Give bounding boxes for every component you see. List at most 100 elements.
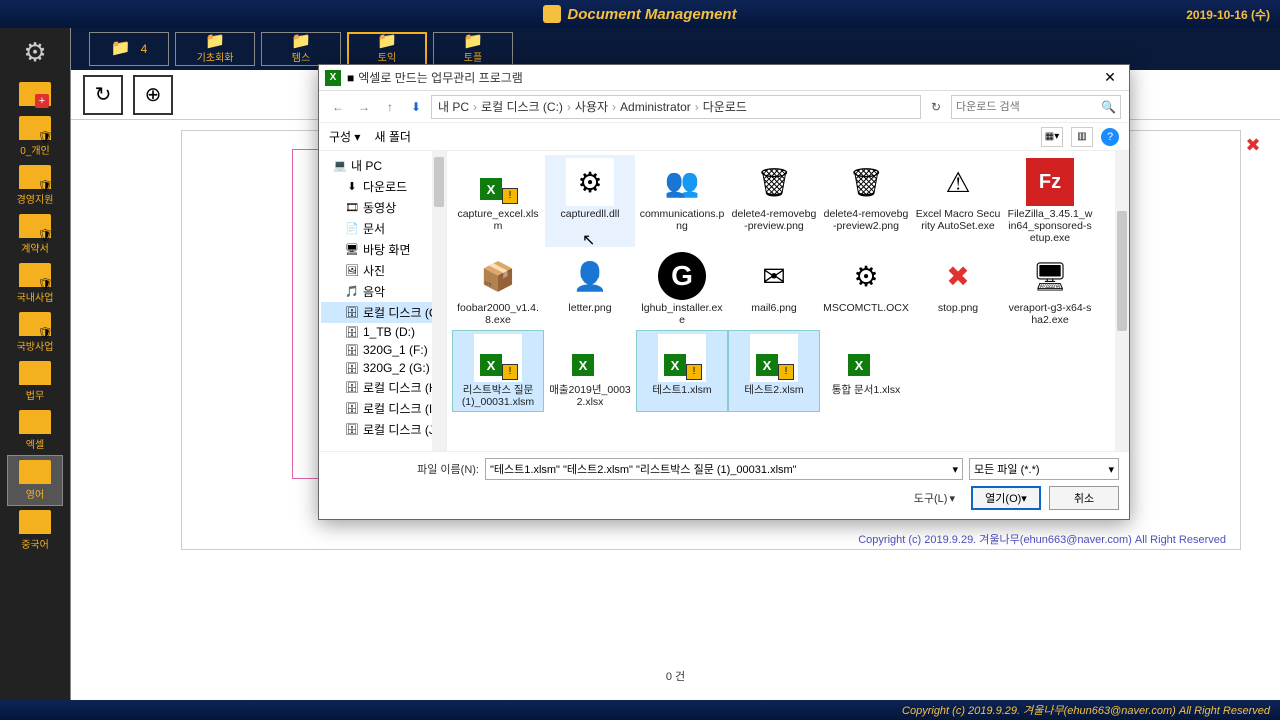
tree-item[interactable]: 🗄320G_1 (F:) [321,341,444,359]
tab-count[interactable]: 📁4 [89,32,169,66]
open-button[interactable]: 열기(O) ▾ [971,486,1041,510]
file-item[interactable]: 테스트2.xlsm [729,331,819,411]
nav-back-button[interactable]: ← [327,96,349,118]
sidebar-item-label: 영어 [26,486,44,501]
tree-item-label: 320G_2 (G:) [363,361,430,375]
breadcrumb-item[interactable]: 로컬 디스크 (C:) [481,98,563,115]
file-thumb-icon: ✖ [934,252,982,300]
sidebar-item-label: 계약서 [21,240,49,255]
folder-icon [19,263,51,287]
dialog-close-button[interactable]: ✕ [1097,68,1123,88]
breadcrumb[interactable]: 내 PC›로컬 디스크 (C:)›사용자›Administrator›다운로드 [431,95,921,119]
sidebar-item-영어[interactable]: 영어 [7,455,63,506]
nav-forward-button[interactable]: → [353,96,375,118]
nav-down-arrow-icon[interactable]: ⬇ [405,96,427,118]
sidebar-item-국방사업[interactable]: 국방사업 [7,308,63,357]
chevron-right-icon: › [567,100,571,114]
tree-item[interactable]: 🗄로컬 디스크 (J:) [321,419,444,440]
file-item[interactable]: 통합 문서1.xlsx [821,331,911,411]
tree-item[interactable]: 🗄로컬 디스크 (I:) [321,398,444,419]
file-item[interactable]: 매출2019년_00032.xlsx [545,331,635,411]
file-item[interactable]: ⚙capturedll.dll [545,155,635,247]
tree-item[interactable]: 🖥바탕 화면 [321,239,444,260]
file-item[interactable]: ⚠Excel Macro Security AutoSet.exe [913,155,1003,247]
breadcrumb-item[interactable]: 사용자 [575,98,608,115]
sidebar-item-0_개인[interactable]: 0_개인 [7,112,63,161]
excel-icon: X [325,70,341,86]
files-scrollbar[interactable] [1115,151,1129,451]
delete-icon[interactable]: ✖ [1240,132,1266,158]
tree-item[interactable]: 🗄로컬 디스크 (H:) [321,377,444,398]
file-thumb-icon: 🖥 [1026,252,1074,300]
file-thumb-icon [658,334,706,382]
nav-up-button[interactable]: ↑ [379,96,401,118]
new-folder-button[interactable]: 새 폴더 [374,128,410,145]
tree-item[interactable]: 🗄로컬 디스크 (C:) [321,302,444,323]
tree-item[interactable]: 🗄320G_2 (G:) [321,359,444,377]
folder-icon [19,410,51,434]
sidebar: ⚙ 0_개인경영지원계약서국내사업국방사업법무엑셀영어중국어 [0,28,70,700]
search-input[interactable] [956,101,1101,113]
file-item[interactable]: ✉mail6.png [729,249,819,329]
sidebar-item-add[interactable] [7,78,63,112]
view-mode-button[interactable]: ▦▾ [1041,127,1063,147]
tree-item[interactable]: 🗄1_TB (D:) [321,323,444,341]
sidebar-item-계약서[interactable]: 계약서 [7,210,63,259]
file-type-filter[interactable]: 모든 파일 (*.*)▾ [969,458,1119,480]
tree-item[interactable]: 💻내 PC [321,155,444,176]
nav-refresh-button[interactable]: ↻ [925,100,947,114]
tree-scrollbar[interactable] [432,151,446,451]
file-item[interactable]: capture_excel.xlsm [453,155,543,247]
file-item[interactable]: 테스트1.xlsm [637,331,727,411]
titlebar-date: 2019-10-16 (수) [1186,6,1270,23]
breadcrumb-item[interactable]: 내 PC [438,98,469,115]
settings-gear-icon[interactable]: ⚙ [17,34,53,70]
file-item[interactable]: ⚙MSCOMCTL.OCX [821,249,911,329]
file-item[interactable]: 🖥veraport-g3-x64-sha2.exe [1005,249,1095,329]
filename-input[interactable]: "테스트1.xlsm" "테스트2.xlsm" "리스트박스 질문 (1)_00… [485,458,963,480]
folder-icon [19,82,51,106]
file-item[interactable]: Glghub_installer.exe [637,249,727,329]
add-button[interactable]: ⊕ [133,75,173,115]
breadcrumb-item[interactable]: 다운로드 [703,98,747,115]
sidebar-item-법무[interactable]: 법무 [7,357,63,406]
folder-icon: 📁 [377,35,397,49]
file-thumb-icon: ⚙ [566,158,614,206]
sidebar-item-국내사업[interactable]: 국내사업 [7,259,63,308]
tab-기초회화[interactable]: 📁기초회화 [175,32,255,66]
sidebar-item-중국어[interactable]: 중국어 [7,506,63,555]
organize-menu[interactable]: 구성 ▾ [329,128,360,145]
file-item[interactable]: 📦foobar2000_v1.4.8.exe [453,249,543,329]
chevron-right-icon: › [612,100,616,114]
tools-menu[interactable]: 도구(L) ▾ [914,490,955,506]
tree-item[interactable]: 🖼사진 [321,260,444,281]
file-name: lghub_installer.exe [639,302,725,326]
tree-item[interactable]: 📄문서 [321,218,444,239]
tab-토익[interactable]: 📁토익 [347,32,427,66]
file-item[interactable]: 👥communications.png [637,155,727,247]
breadcrumb-item[interactable]: Administrator [620,100,691,114]
file-item[interactable]: 🗑delete4-removebg-preview2.png [821,155,911,247]
file-item[interactable]: FzFileZilla_3.45.1_win64_sponsored-setup… [1005,155,1095,247]
cancel-button[interactable]: 취소 [1049,486,1119,510]
tree-item-label: 음악 [363,283,385,300]
tree-item[interactable]: 🎵음악 [321,281,444,302]
file-item[interactable]: 리스트박스 질문 (1)_00031.xlsm [453,331,543,411]
help-icon[interactable]: ? [1101,128,1119,146]
file-item[interactable]: ✖stop.png [913,249,1003,329]
file-thumb-icon: ⚙ [842,252,890,300]
tree-item[interactable]: ⬇다운로드 [321,176,444,197]
search-box[interactable]: 🔍 [951,95,1121,119]
sidebar-item-엑셀[interactable]: 엑셀 [7,406,63,455]
tab-토플[interactable]: 📁토플 [433,32,513,66]
file-item[interactable]: 🗑delete4-removebg-preview.png [729,155,819,247]
refresh-button[interactable]: ↻ [83,75,123,115]
file-item[interactable]: 👤letter.png [545,249,635,329]
preview-pane-button[interactable]: ▥ [1071,127,1093,147]
sidebar-item-label: 경영지원 [17,191,54,206]
sidebar-item-경영지원[interactable]: 경영지원 [7,161,63,210]
tree-item-icon: 💻 [333,159,347,173]
tree-item[interactable]: 🎞동영상 [321,197,444,218]
tab-템스[interactable]: 📁템스 [261,32,341,66]
tree-item-label: 320G_1 (F:) [363,343,428,357]
